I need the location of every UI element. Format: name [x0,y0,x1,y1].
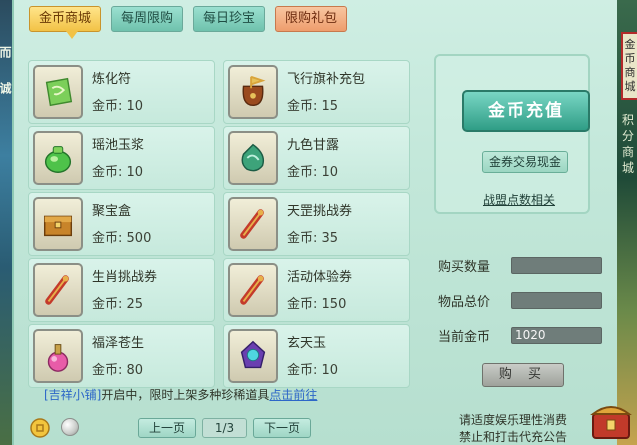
scroll-icon [228,197,278,251]
treasure-chest-icon[interactable] [589,398,633,442]
next-page-button[interactable]: 下一页 [253,418,312,438]
nine-color-dew-icon [228,131,278,185]
tab-gold-shop[interactable]: 金币商城 [29,6,102,39]
item-price: 金币: 10 [92,99,144,114]
item-name: 飞行旗补充包 [287,72,366,87]
item-card[interactable]: 福泽苍生 金币: 80 [28,324,215,388]
purple-jade-icon [228,329,278,383]
recharge-side-panel [434,54,590,214]
shop-notice: [吉祥小铺]开启中，限时上架多种珍稀道具点击前往 [44,386,317,403]
alliance-points-link[interactable]: 战盟点数相关 [483,191,555,208]
item-price: 金币: 35 [287,231,339,246]
current-gold-field: 1020 [511,327,602,344]
item-card[interactable]: 天罡挑战券 金币: 35 [223,192,410,256]
item-name: 天罡挑战券 [287,204,353,219]
shop-panel: 金币商城 每周限购 每日珍宝 限购礼包 炼化符 金币: 10 飞行旗补充包 金币… [12,0,619,445]
item-price: 金币: 15 [287,99,339,114]
item-price: 金币: 80 [92,363,144,378]
item-price: 金币: 25 [92,297,144,312]
item-card[interactable]: 飞行旗补充包 金币: 15 [223,60,410,124]
quantity-label: 购买数量 [438,260,491,275]
warning-line: 请适度娱乐理性消费 [459,413,568,427]
item-name: 玄天玉 [287,336,327,351]
tab-daily-treasure[interactable]: 每日珍宝 [193,6,266,32]
voucher-exchange-button[interactable]: 金券交易现金 [482,151,568,173]
item-name: 瑶池玉浆 [92,138,145,153]
item-name: 福泽苍生 [92,336,145,351]
pager: 上一页 1/3 下一页 [138,417,312,439]
buy-button[interactable]: 购 买 [482,363,564,387]
prev-page-button[interactable]: 上一页 [138,418,197,438]
item-name: 九色甘露 [287,138,340,153]
item-price: 金币: 10 [287,363,339,378]
item-card[interactable]: 玄天玉 金币: 10 [223,324,410,388]
gold-coin-icon[interactable] [30,418,50,438]
pink-potion-icon [33,329,83,383]
consumption-warning: 请适度娱乐理性消费 禁止和打击代充公告 [459,412,567,445]
total-price-field [511,292,602,309]
gold-shop-side-tag[interactable]: 金币商城 [621,32,637,100]
scroll-icon [33,263,83,317]
item-card[interactable]: 九色甘露 金币: 10 [223,126,410,190]
green-talisman-icon [33,65,83,119]
item-price: 金币: 10 [287,165,339,180]
item-grid: 炼化符 金币: 10 飞行旗补充包 金币: 15 瑶池玉浆 金币: 10 九色甘… [28,60,412,388]
item-name: 活动体验券 [287,270,353,285]
item-name: 生肖挑战券 [92,270,158,285]
item-price: 金币: 500 [92,231,152,246]
tab-weekly-limit[interactable]: 每周限购 [111,6,184,32]
shop-tabs: 金币商城 每周限购 每日珍宝 限购礼包 [29,6,348,39]
notice-go-link[interactable]: 点击前往 [269,388,317,402]
notice-text: 开启中，限时上架多种珍稀道具 [101,388,270,402]
scroll-icon [228,263,278,317]
item-card[interactable]: 聚宝盒 金币: 500 [28,192,215,256]
page-indicator: 1/3 [202,418,248,438]
total-price-label: 物品总价 [438,295,491,310]
tab-limited-gift[interactable]: 限购礼包 [275,6,348,32]
item-price: 金币: 150 [287,297,347,312]
item-name: 聚宝盒 [92,204,132,219]
current-gold-label: 当前金币 [438,330,491,345]
flag-pouch-icon [228,65,278,119]
item-card[interactable]: 生肖挑战券 金币: 25 [28,258,215,322]
item-price: 金币: 10 [92,165,144,180]
notice-shop-name: [吉祥小铺] [44,388,102,402]
silver-pearl-icon[interactable] [61,418,79,436]
green-jade-jar-icon [33,131,83,185]
item-card[interactable]: 活动体验券 金币: 150 [223,258,410,322]
item-name: 炼化符 [92,72,132,87]
item-card[interactable]: 瑶池玉浆 金币: 10 [28,126,215,190]
treasure-box-icon [33,197,83,251]
warning-line[interactable]: 禁止和打击代充公告 [459,429,567,445]
right-backdrop: 金币商城 积分商城 [617,0,637,445]
quantity-input[interactable] [511,257,602,274]
points-shop-side-text[interactable]: 积分商城 [621,112,635,176]
item-card[interactable]: 炼化符 金币: 10 [28,60,215,124]
gold-recharge-button[interactable]: 金币充值 [462,90,590,132]
